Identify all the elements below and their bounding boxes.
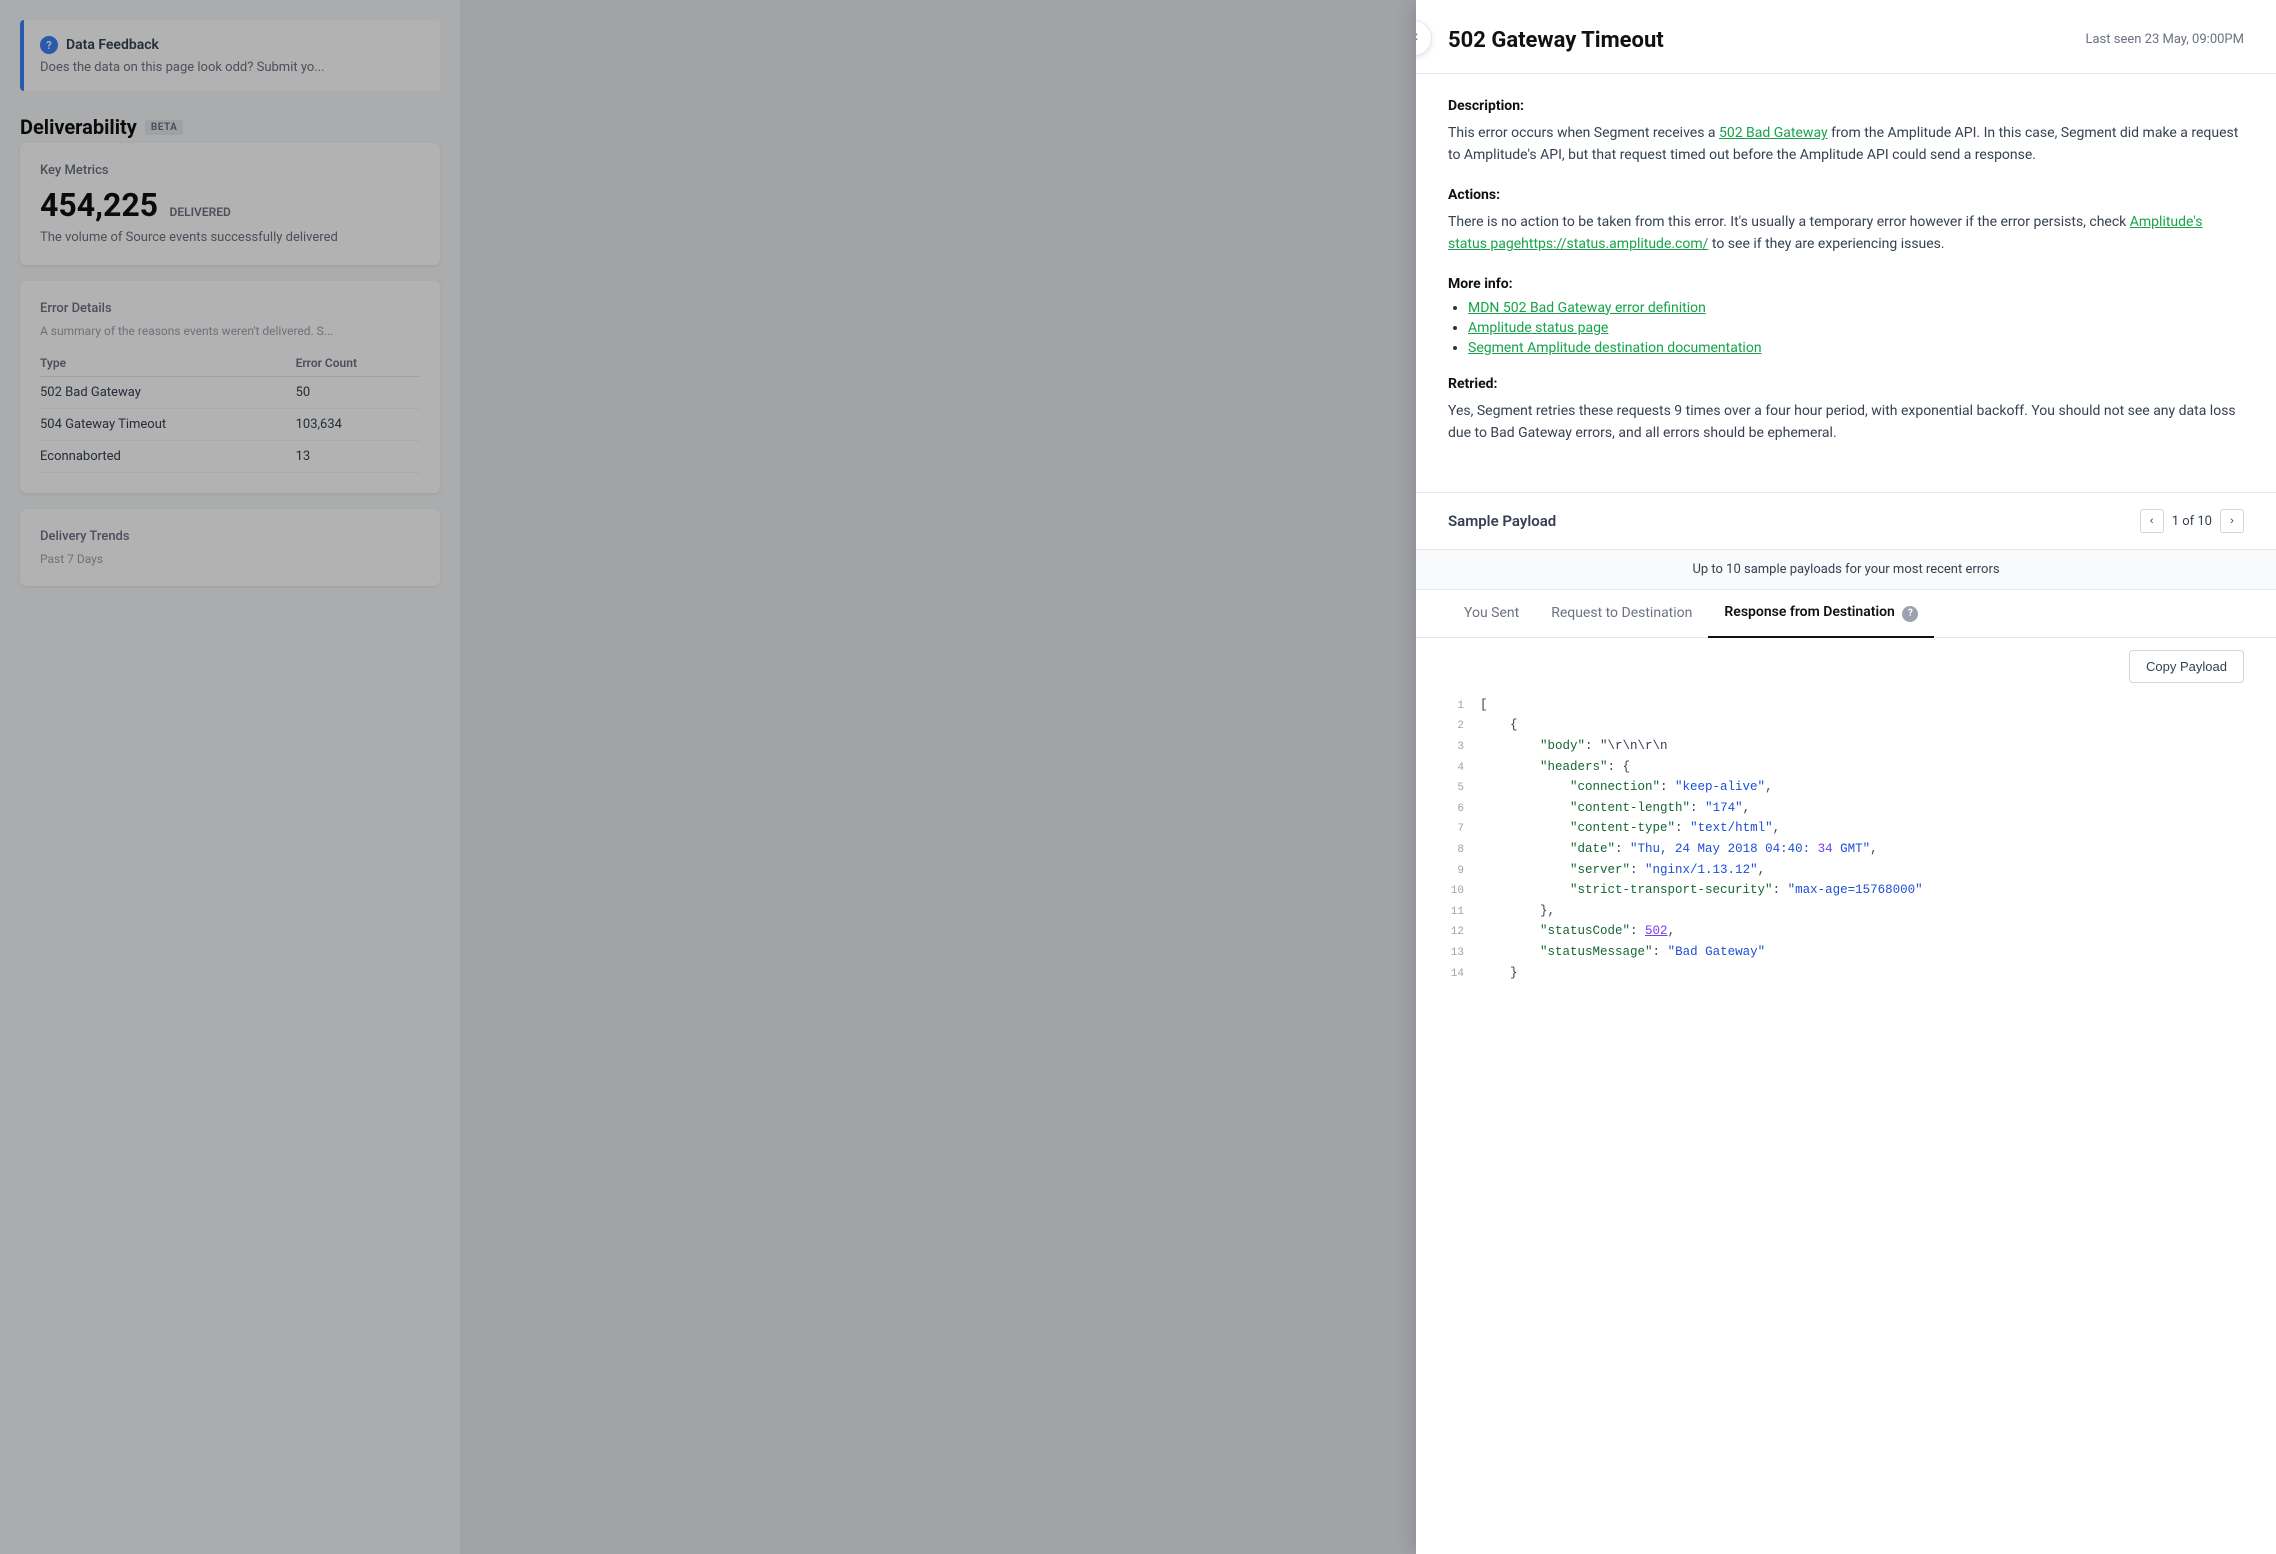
code-line: 9 "server": "nginx/1.13.12", (1448, 860, 2244, 881)
sample-payload-title: Sample Payload (1448, 512, 1556, 530)
mdn-link[interactable]: MDN 502 Bad Gateway error definition (1468, 300, 1706, 316)
line-number: 10 (1448, 883, 1480, 901)
line-number: 1 (1448, 698, 1480, 716)
line-content: "connection": "keep-alive", (1480, 777, 1773, 797)
line-content: "body": "\r\n<span style="color:#7c3aed;… (1480, 736, 1668, 756)
line-content: "headers": { (1480, 757, 1630, 777)
description-heading: Description: (1448, 98, 2244, 114)
line-number: 3 (1448, 739, 1480, 757)
line-content: "server": "nginx/1.13.12", (1480, 860, 1765, 880)
line-number: 5 (1448, 780, 1480, 798)
line-number: 11 (1448, 904, 1480, 922)
line-content: "strict-transport-security": "max-age=15… (1480, 880, 1923, 900)
more-info-section: More info: MDN 502 Bad Gateway error def… (1448, 276, 2244, 356)
modal-header: 502 Gateway Timeout Last seen 23 May, 09… (1416, 0, 2276, 74)
tab-request-to-destination[interactable]: Request to Destination (1535, 591, 1708, 637)
modal-title: 502 Gateway Timeout (1448, 28, 1664, 53)
actions-text: There is no action to be taken from this… (1448, 211, 2244, 256)
modal-panel: × 502 Gateway Timeout Last seen 23 May, … (1416, 0, 2276, 1554)
code-line: 14 } (1448, 963, 2244, 984)
modal-overlay: × 502 Gateway Timeout Last seen 23 May, … (0, 0, 2276, 1554)
tab-you-sent[interactable]: You Sent (1448, 591, 1535, 637)
amplitude-status-page-link[interactable]: Amplitude status page (1468, 320, 1608, 336)
modal-body: Description: This error occurs when Segm… (1416, 74, 2276, 492)
line-number: 7 (1448, 821, 1480, 839)
bad-gateway-link[interactable]: 502 Bad Gateway (1719, 125, 1828, 141)
more-info-item-1: MDN 502 Bad Gateway error definition (1468, 300, 2244, 316)
modal-last-seen: Last seen 23 May, 09:00PM (2085, 32, 2244, 47)
page-info: 1 of 10 (2172, 514, 2212, 529)
code-line: 2 { (1448, 715, 2244, 736)
line-number: 13 (1448, 945, 1480, 963)
actions-section: Actions: There is no action to be taken … (1448, 187, 2244, 256)
segment-amplitude-link[interactable]: Segment Amplitude destination documentat… (1468, 340, 1762, 356)
code-line: 6 "content-length": "174", (1448, 798, 2244, 819)
line-number: 14 (1448, 966, 1480, 984)
tab-response-from-destination[interactable]: Response from Destination ? (1708, 590, 1934, 638)
code-line: 10 "strict-transport-security": "max-age… (1448, 880, 2244, 901)
more-info-list: MDN 502 Bad Gateway error definition Amp… (1448, 300, 2244, 356)
retried-heading: Retried: (1448, 376, 2244, 392)
copy-payload-button[interactable]: Copy Payload (2129, 650, 2244, 683)
more-info-item-2: Amplitude status page (1468, 320, 2244, 336)
sample-payload-section: Sample Payload ‹ 1 of 10 › Up to 10 samp… (1416, 492, 2276, 1015)
line-content: [ (1480, 695, 1488, 715)
line-content: "statusCode": 502, (1480, 921, 1675, 941)
actions-heading: Actions: (1448, 187, 2244, 203)
line-number: 12 (1448, 924, 1480, 942)
more-info-heading: More info: (1448, 276, 2244, 292)
line-number: 9 (1448, 863, 1480, 881)
code-line: 1[ (1448, 695, 2244, 716)
line-content: }, (1480, 901, 1555, 921)
tabs-row: You Sent Request to Destination Response… (1416, 590, 2276, 638)
retried-text: Yes, Segment retries these requests 9 ti… (1448, 400, 2244, 445)
line-content: { (1480, 715, 1518, 735)
code-line: 5 "connection": "keep-alive", (1448, 777, 2244, 798)
sample-payload-header: Sample Payload ‹ 1 of 10 › (1416, 493, 2276, 549)
sample-info-bar: Up to 10 sample payloads for your most r… (1416, 549, 2276, 590)
code-line: 12 "statusCode": 502, (1448, 921, 2244, 942)
line-number: 2 (1448, 718, 1480, 736)
prev-page-button[interactable]: ‹ (2140, 509, 2164, 533)
next-page-button[interactable]: › (2220, 509, 2244, 533)
code-line: 11 }, (1448, 901, 2244, 922)
line-content: } (1480, 963, 1518, 983)
code-line: 13 "statusMessage": "Bad Gateway" (1448, 942, 2244, 963)
line-number: 6 (1448, 801, 1480, 819)
retried-section: Retried: Yes, Segment retries these requ… (1448, 376, 2244, 445)
description-section: Description: This error occurs when Segm… (1448, 98, 2244, 167)
code-viewer: 1[2 {3 "body": "\r\n<span style="color:#… (1416, 695, 2276, 1015)
code-line: 7 "content-type": "text/html", (1448, 818, 2244, 839)
line-content: "date": "Thu, 24 May 2018 04:40: 34 GMT"… (1480, 839, 1878, 859)
copy-payload-row: Copy Payload (1416, 638, 2276, 695)
code-line: 4 "headers": { (1448, 757, 2244, 778)
pagination-controls: ‹ 1 of 10 › (2140, 509, 2244, 533)
modal-header-left: 502 Gateway Timeout (1448, 28, 1664, 53)
code-line: 3 "body": "\r\n<span style="color:#7c3ae… (1448, 736, 2244, 757)
response-help-icon[interactable]: ? (1902, 606, 1918, 622)
more-info-item-3: Segment Amplitude destination documentat… (1468, 340, 2244, 356)
line-content: "statusMessage": "Bad Gateway" (1480, 942, 1765, 962)
line-number: 8 (1448, 842, 1480, 860)
line-content: "content-length": "174", (1480, 798, 1750, 818)
line-content: "content-type": "text/html", (1480, 818, 1780, 838)
code-line: 8 "date": "Thu, 24 May 2018 04:40: 34 GM… (1448, 839, 2244, 860)
line-number: 4 (1448, 760, 1480, 778)
description-text: This error occurs when Segment receives … (1448, 122, 2244, 167)
